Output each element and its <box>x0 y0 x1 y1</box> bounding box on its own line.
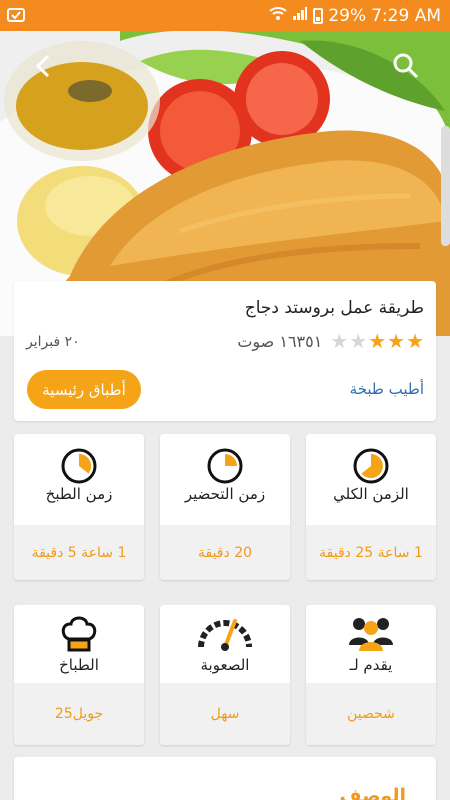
stat-total-time: الزمن الكلي 1 ساعة 25 دقيقة <box>306 434 436 580</box>
category-button[interactable]: أطباق رئيسية <box>27 370 141 409</box>
recipe-title: طريقة عمل بروستد دجاج <box>244 298 424 318</box>
clock: 7:29 AM <box>371 5 441 26</box>
stat-label: الطباخ <box>59 656 99 674</box>
total-time-clock-icon <box>353 448 389 488</box>
star-empty-icon[interactable]: ★ <box>330 331 348 351</box>
cook-time-clock-icon <box>61 448 97 488</box>
chef-hat-icon <box>59 615 99 657</box>
stat-chef: الطباخ جويل25 <box>14 605 144 745</box>
stat-value: 1 ساعة 5 دقيقة <box>14 525 144 580</box>
people-icon <box>348 615 394 655</box>
star-filled-icon[interactable]: ★ <box>368 331 386 351</box>
star-filled-icon[interactable]: ★ <box>387 331 405 351</box>
publish-date: ٢٠ فبراير <box>26 334 80 350</box>
rating-row: ★ ★ ★ ★ ★ ١٦٣٥١ صوت <box>237 331 424 351</box>
search-icon[interactable] <box>392 52 420 80</box>
back-arrow-icon[interactable] <box>30 52 58 80</box>
star-empty-icon[interactable]: ★ <box>349 331 367 351</box>
stat-label: الزمن الكلي <box>333 485 409 503</box>
recipe-info-card: طريقة عمل بروستد دجاج ★ ★ ★ ★ ★ ١٦٣٥١ صوت ٢٠… <box>14 281 436 421</box>
stat-label: الصعوبة <box>200 656 250 674</box>
wifi-icon <box>269 5 287 26</box>
stat-value: 1 ساعة 25 دقيقة <box>306 525 436 580</box>
stat-prep-time: زمن التحضير 20 دقيقة <box>160 434 290 580</box>
description-title: الوصف <box>339 785 406 800</box>
notification-icon <box>7 6 25 26</box>
gauge-icon <box>197 615 253 655</box>
battery-icon <box>313 7 324 24</box>
stat-value: جويل25 <box>14 683 144 745</box>
star-filled-icon[interactable]: ★ <box>406 331 424 351</box>
status-bar: 29% 7:29 AM <box>0 0 450 31</box>
stat-value: 20 دقيقة <box>160 525 290 580</box>
rating-stars[interactable]: ★ ★ ★ ★ ★ <box>330 331 424 351</box>
vote-count: ١٦٣٥١ صوت <box>237 331 323 351</box>
stat-label: زمن الطبخ <box>45 485 113 503</box>
stat-difficulty: الصعوبة سهل <box>160 605 290 745</box>
stat-label: يقدم لـ <box>349 656 393 674</box>
prep-time-clock-icon <box>207 448 243 488</box>
source-link[interactable]: أطيب طبخة <box>350 380 424 398</box>
stat-cook-time: زمن الطبخ 1 ساعة 5 دقيقة <box>14 434 144 580</box>
stat-value: سهل <box>160 683 290 745</box>
signal-icon <box>292 5 308 26</box>
battery-level: 29% <box>328 5 367 26</box>
stat-label: زمن التحضير <box>184 485 266 503</box>
stat-servings: يقدم لـ شحصين <box>306 605 436 745</box>
stat-value: شحصين <box>306 683 436 745</box>
description-card: الوصف <box>14 757 436 800</box>
